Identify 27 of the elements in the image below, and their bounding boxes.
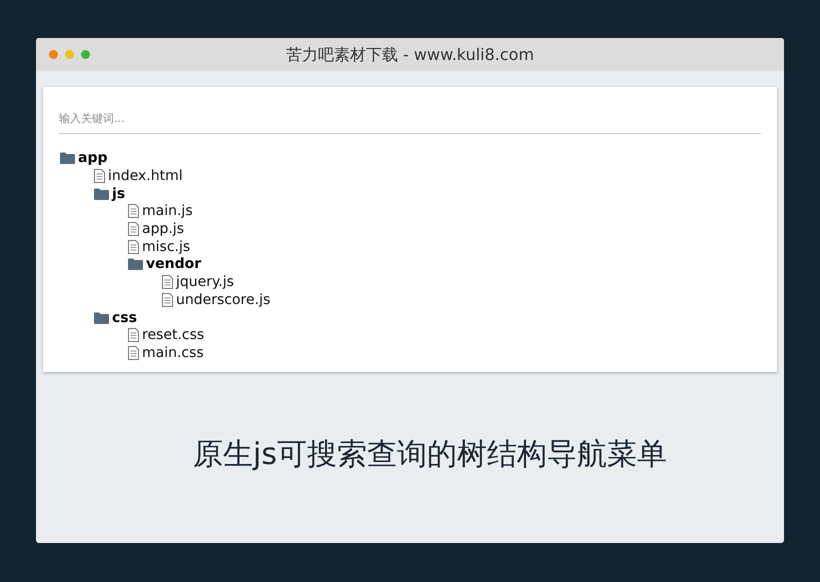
folder-icon — [94, 312, 109, 324]
file-icon — [128, 328, 139, 342]
folder-icon — [60, 152, 75, 164]
file-icon — [128, 346, 139, 360]
file-label[interactable]: reset.css — [142, 328, 204, 342]
file-icon — [128, 240, 139, 254]
file-icon — [162, 275, 173, 290]
file-label[interactable]: jquery.js — [176, 275, 234, 290]
file-icon — [128, 204, 139, 218]
folder-icon — [128, 258, 143, 270]
file-label[interactable]: app.js — [142, 222, 184, 236]
window-title: 苦力吧素材下载 - www.kuli8.com — [286, 44, 534, 66]
folder-label[interactable]: js — [112, 186, 126, 201]
folder-icon — [94, 188, 109, 200]
file-icon — [128, 222, 139, 236]
file-label[interactable]: underscore.js — [176, 292, 270, 307]
file-icon — [162, 292, 173, 307]
file-label[interactable]: misc.js — [142, 240, 190, 254]
folder-label[interactable]: app — [78, 151, 108, 166]
file-label[interactable]: index.html — [108, 169, 183, 184]
file-icon — [94, 169, 105, 184]
file-label[interactable]: main.css — [142, 346, 204, 360]
search-field[interactable]: 输入关键词... — [59, 111, 761, 134]
caption: 原生js可搜索查询的树结构导航菜单 — [193, 436, 667, 474]
file-label[interactable]: main.js — [142, 204, 193, 218]
folder-label[interactable]: vendor — [146, 257, 202, 272]
folder-label[interactable]: css — [112, 310, 137, 325]
